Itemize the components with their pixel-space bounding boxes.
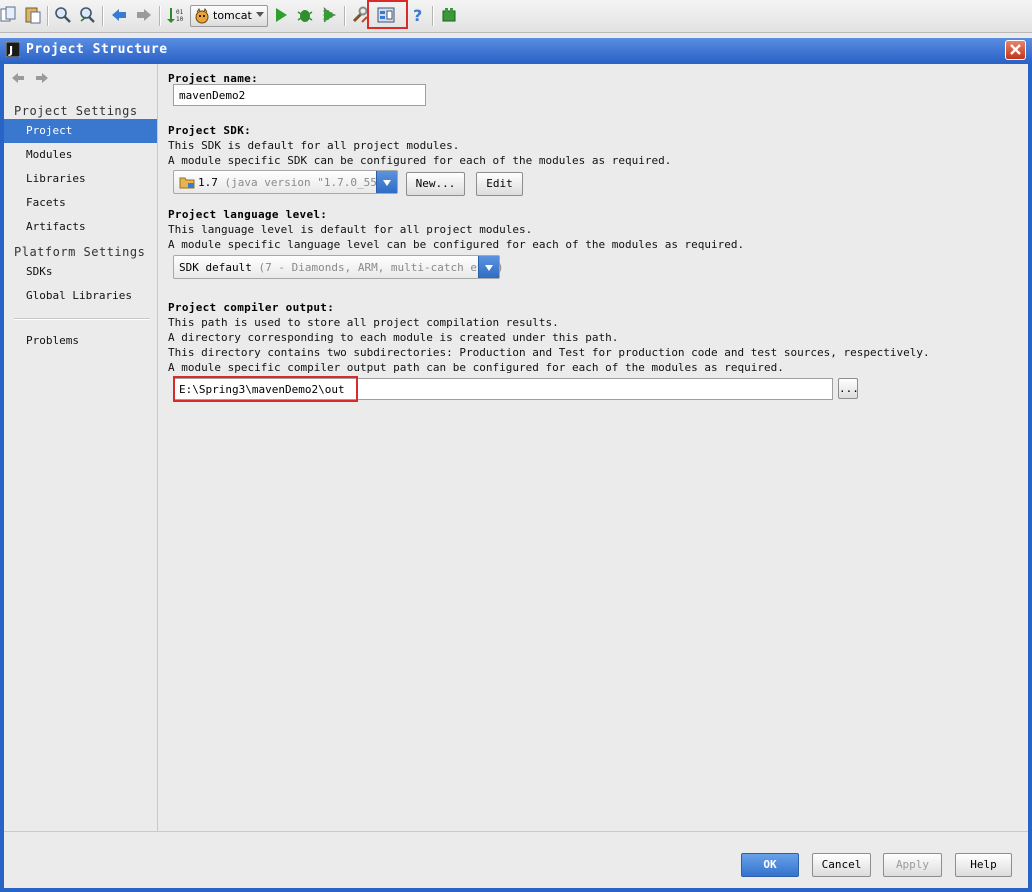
chevron-down-icon bbox=[478, 256, 499, 278]
highlight-box bbox=[367, 0, 408, 29]
paste-icon[interactable] bbox=[24, 6, 42, 24]
sidebar-item-sdks[interactable]: SDKs bbox=[4, 260, 157, 284]
sdk-folder-icon bbox=[179, 175, 195, 189]
svg-text:J: J bbox=[8, 44, 13, 57]
close-icon bbox=[1010, 44, 1021, 55]
apply-button[interactable]: Apply bbox=[883, 853, 942, 877]
sidebar-item-project[interactable]: Project bbox=[4, 119, 157, 143]
browse-button[interactable]: ... bbox=[838, 378, 859, 399]
toolbar-separator bbox=[432, 6, 434, 26]
ok-button[interactable]: OK bbox=[741, 853, 799, 877]
project-settings-panel: Project name: Project SDK: This SDK is d… bbox=[158, 64, 1028, 831]
dialog-title-bar[interactable]: J Project Structure bbox=[0, 38, 1032, 62]
copy-icon[interactable] bbox=[0, 6, 18, 24]
intellij-icon: J bbox=[5, 41, 21, 58]
make-icon[interactable]: 01 10 bbox=[166, 6, 184, 24]
cancel-button[interactable]: Cancel bbox=[812, 853, 871, 877]
sidebar-item-modules[interactable]: Modules bbox=[4, 143, 157, 167]
toolbar-separator bbox=[159, 6, 161, 26]
sidebar-divider bbox=[14, 318, 150, 320]
toolbar-separator bbox=[47, 6, 49, 26]
compiler-output-desc-1: This path is used to store all project c… bbox=[168, 316, 559, 329]
compiler-output-desc-3: This directory contains two subdirectori… bbox=[168, 346, 930, 359]
project-sdk-value: 1.7 bbox=[198, 176, 218, 189]
settings-sidebar: Project Settings Project Modules Librari… bbox=[4, 64, 158, 831]
edit-sdk-button[interactable]: Edit bbox=[476, 172, 523, 196]
dialog-title: Project Structure bbox=[26, 42, 168, 57]
language-level-desc-1: This language level is default for all p… bbox=[168, 223, 533, 236]
project-sdk-select[interactable]: 1.7 (java version "1.7.0_55") bbox=[173, 170, 398, 194]
platform-settings-header: Platform Settings bbox=[14, 245, 146, 259]
tomcat-icon bbox=[194, 7, 210, 24]
debug-icon[interactable] bbox=[296, 6, 314, 24]
sidebar-item-facets[interactable]: Facets bbox=[4, 191, 157, 215]
language-level-value: SDK default bbox=[179, 261, 252, 274]
help-icon[interactable]: ? bbox=[409, 6, 427, 24]
chevron-down-icon bbox=[256, 12, 264, 17]
project-structure-dialog: J Project Structure Project Settings Pro… bbox=[0, 38, 1032, 892]
svg-text:01: 01 bbox=[176, 9, 184, 16]
sidebar-item-global-libraries[interactable]: Global Libraries bbox=[4, 284, 157, 308]
footer-divider bbox=[4, 831, 1028, 832]
help-button[interactable]: Help bbox=[955, 853, 1012, 877]
language-level-select[interactable]: SDK default (7 - Diamonds, ARM, multi-ca… bbox=[173, 255, 504, 279]
forward-arrow-icon[interactable] bbox=[34, 70, 50, 86]
forward-icon[interactable] bbox=[135, 6, 153, 24]
compiler-output-desc-2: A directory corresponding to each module… bbox=[168, 331, 619, 344]
language-level-hint: (7 - Diamonds, ARM, multi-catch etc.) bbox=[258, 261, 504, 274]
toolbar-separator bbox=[102, 6, 104, 26]
run-icon[interactable] bbox=[272, 6, 290, 24]
highlight-box bbox=[173, 376, 358, 402]
new-sdk-button[interactable]: New... bbox=[406, 172, 465, 196]
svg-text:10: 10 bbox=[176, 16, 184, 23]
project-sdk-label: Project SDK: bbox=[168, 124, 252, 137]
replace-icon[interactable] bbox=[78, 6, 96, 24]
project-sdk-desc-1: This SDK is default for all project modu… bbox=[168, 139, 460, 152]
language-level-desc-2: A module specific language level can be … bbox=[168, 238, 745, 251]
coverage-icon[interactable] bbox=[320, 6, 338, 24]
back-icon[interactable] bbox=[110, 6, 128, 24]
sidebar-item-artifacts[interactable]: Artifacts bbox=[4, 215, 157, 239]
sidebar-item-libraries[interactable]: Libraries bbox=[4, 167, 157, 191]
compiler-output-label: Project compiler output: bbox=[168, 301, 335, 314]
dialog-body: Project Settings Project Modules Librari… bbox=[4, 64, 1028, 888]
compiler-output-desc-4: A module specific compiler output path c… bbox=[168, 361, 784, 374]
project-name-input[interactable] bbox=[173, 84, 426, 106]
chevron-down-icon bbox=[376, 171, 397, 193]
svg-text:?: ? bbox=[413, 6, 422, 24]
sidebar-item-problems[interactable]: Problems bbox=[4, 329, 157, 353]
project-settings-header: Project Settings bbox=[14, 104, 138, 118]
project-sdk-hint: (java version "1.7.0_55") bbox=[224, 176, 391, 189]
back-arrow-icon[interactable] bbox=[10, 70, 26, 86]
project-sdk-desc-2: A module specific SDK can be configured … bbox=[168, 154, 672, 167]
plugin-icon[interactable] bbox=[440, 6, 458, 24]
toolbar-separator bbox=[344, 6, 346, 26]
run-configuration-dropdown[interactable]: tomcat bbox=[190, 5, 268, 27]
run-configuration-label: tomcat bbox=[213, 9, 252, 22]
main-toolbar: 01 10 tomcat ? bbox=[0, 0, 1032, 33]
close-button[interactable] bbox=[1005, 40, 1026, 60]
find-icon[interactable] bbox=[54, 6, 72, 24]
language-level-label: Project language level: bbox=[168, 208, 328, 221]
